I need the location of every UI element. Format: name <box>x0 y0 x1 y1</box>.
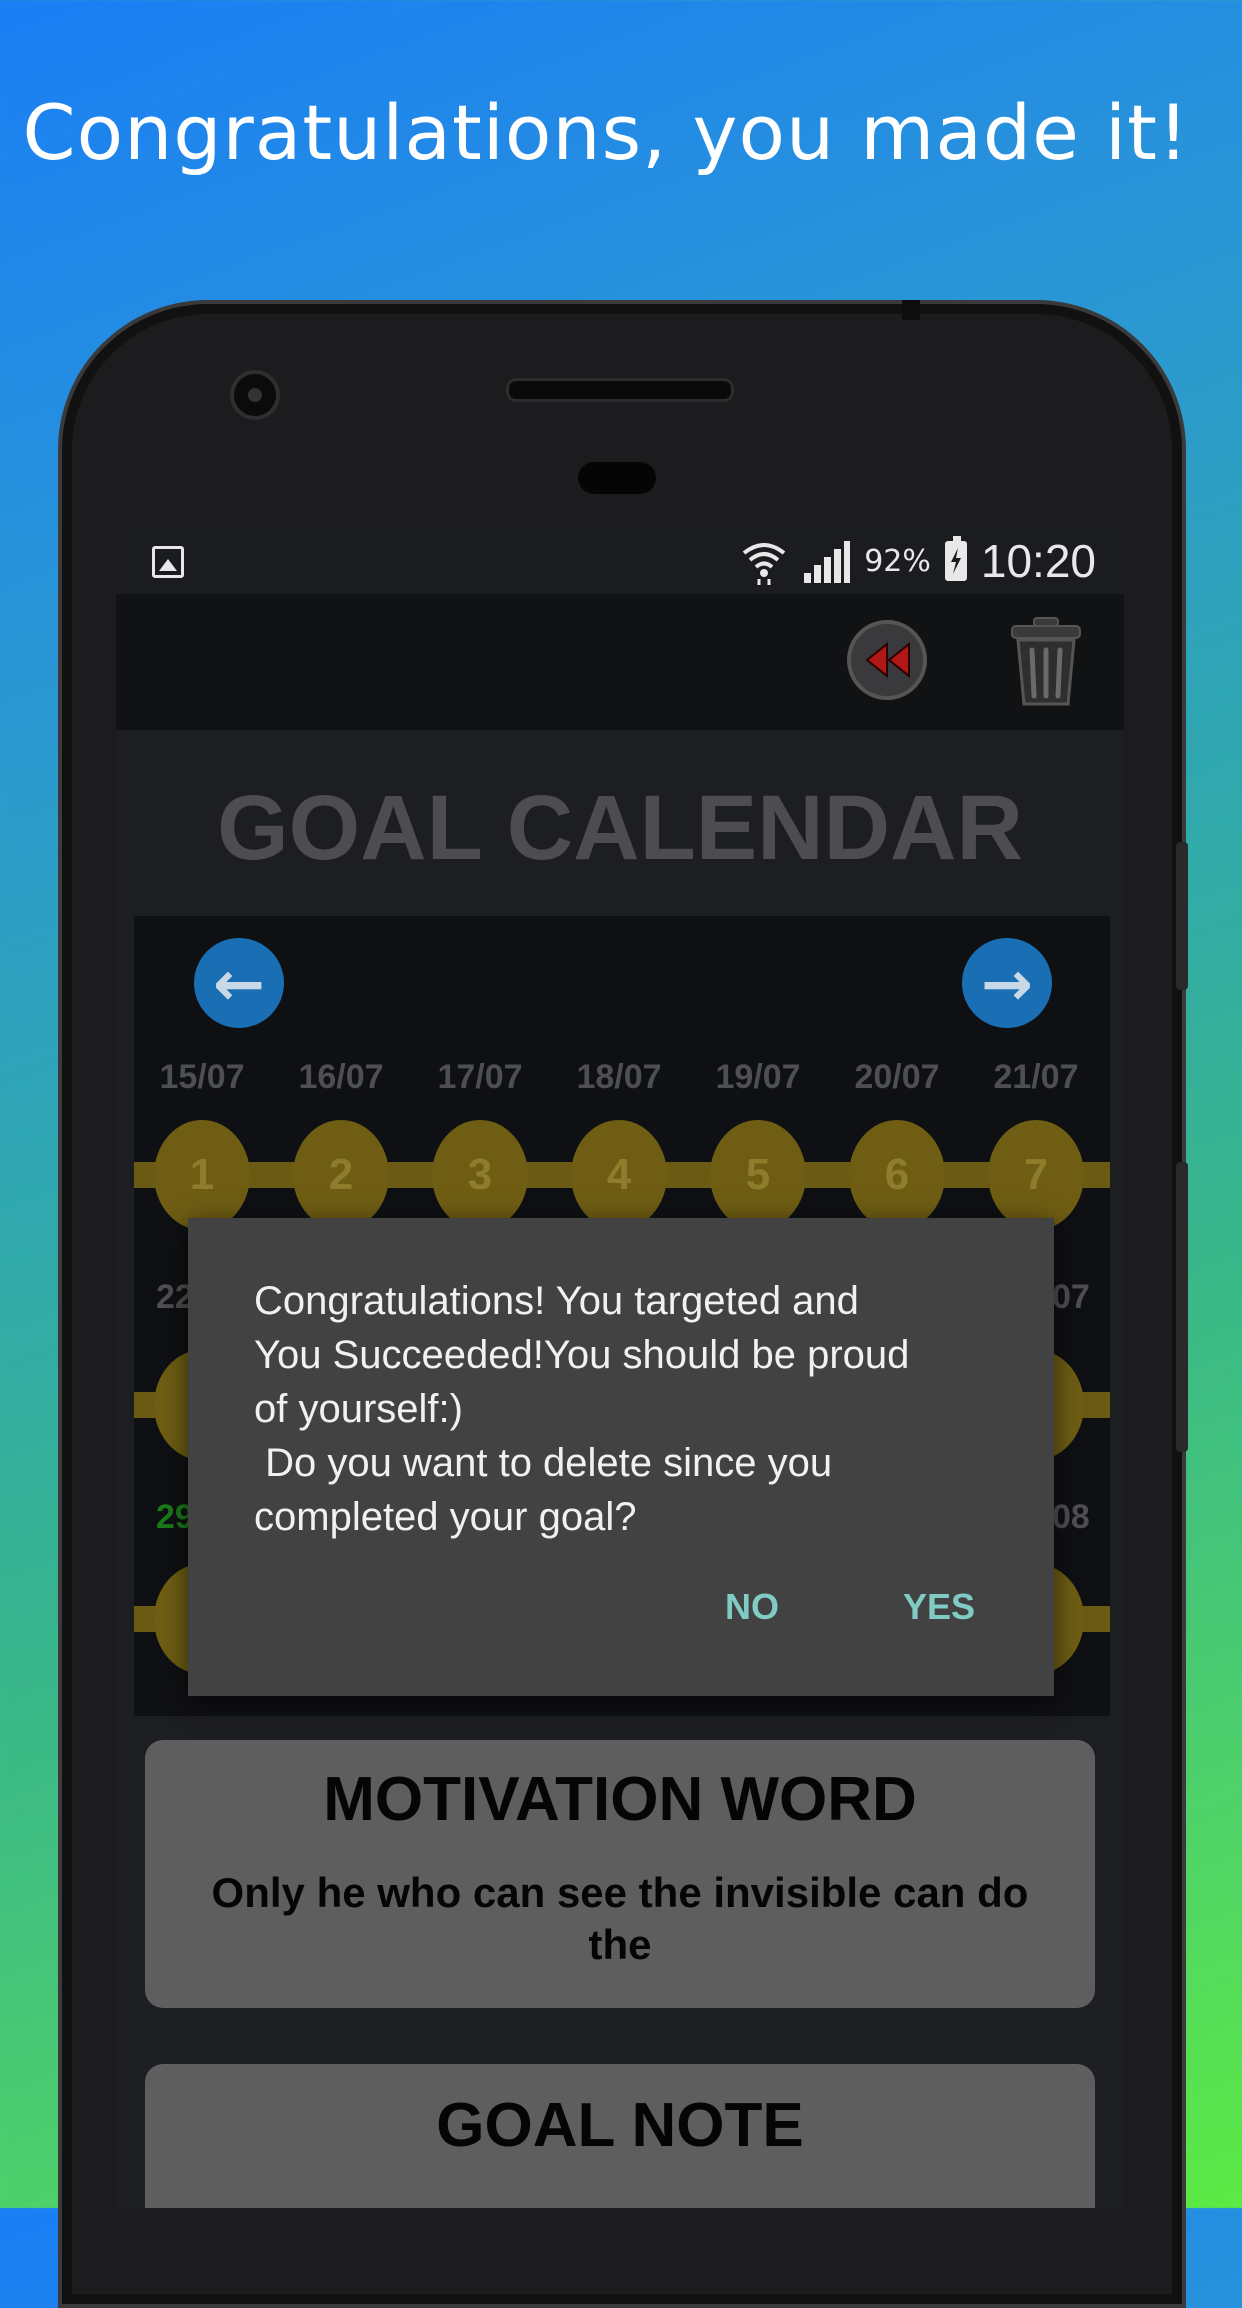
phone-top-notch <box>902 300 920 320</box>
goal-note-title: GOAL NOTE <box>436 2091 804 2160</box>
yes-button[interactable]: YES <box>903 1586 975 1628</box>
battery-percent: 92% <box>864 543 931 579</box>
previous-week-button[interactable]: ← <box>194 938 284 1028</box>
day-bead[interactable]: 6 <box>849 1120 945 1230</box>
date-label: 16/07 <box>298 1058 384 1096</box>
date-label: 17/07 <box>437 1058 523 1096</box>
signal-icon <box>804 541 851 583</box>
day-bead[interactable]: 5 <box>710 1120 806 1230</box>
date-label: 19/07 <box>715 1058 801 1096</box>
trash-icon <box>1011 617 1081 706</box>
date-label: 18/07 <box>576 1058 662 1096</box>
rewind-button[interactable] <box>847 620 927 700</box>
no-button[interactable]: NO <box>725 1586 779 1628</box>
phone-side-button-bottom <box>1176 1162 1188 1452</box>
day-bead[interactable]: 3 <box>432 1120 528 1230</box>
date-label: 21/07 <box>993 1058 1079 1096</box>
day-bead[interactable]: 1 <box>154 1120 250 1230</box>
day-bead[interactable]: 7 <box>988 1120 1084 1230</box>
delete-button[interactable] <box>1006 614 1086 710</box>
next-week-button[interactable]: → <box>962 938 1052 1028</box>
date-label: 15/07 <box>159 1058 245 1096</box>
arrow-right-icon: → <box>981 946 1033 1020</box>
earpiece-speaker <box>506 378 734 402</box>
day-bead[interactable]: 2 <box>293 1120 389 1230</box>
arrow-left-icon: ← <box>213 946 265 1020</box>
date-label-partial: 08 <box>1052 1498 1090 1536</box>
front-camera <box>230 370 280 420</box>
motivation-title: MOTIVATION WORD <box>323 1765 917 1834</box>
promo-headline: Congratulations, you made it! <box>22 88 1190 177</box>
status-bar: 92% 10:20 <box>116 528 1124 594</box>
phone-side-button-top <box>1176 842 1188 990</box>
goal-note-card: GOAL NOTE <box>145 2064 1095 2208</box>
phone-screen: 92% 10:20 GOAL CALENDAR ← → 15/07 16/07 … <box>116 528 1124 2208</box>
date-label: 20/07 <box>854 1058 940 1096</box>
dialog-message: Congratulations! You targeted and You Su… <box>254 1279 910 1539</box>
app-toolbar <box>116 594 1124 730</box>
wifi-icon <box>742 543 786 585</box>
gallery-notification-icon <box>152 546 184 578</box>
screen-title: GOAL CALENDAR <box>217 777 1023 879</box>
congratulations-dialog: Congratulations! You targeted and You Su… <box>188 1218 1054 1696</box>
motivation-text: Only he who can see the invisible can do… <box>211 1869 1029 1968</box>
proximity-sensor <box>578 462 656 494</box>
rewind-icon <box>865 641 910 679</box>
date-label-partial: 07 <box>1052 1278 1090 1316</box>
battery-charging-icon <box>944 536 967 581</box>
day-bead[interactable]: 4 <box>571 1120 667 1230</box>
status-right: 92% 10:20 <box>740 535 1096 587</box>
motivation-card: MOTIVATION WORD Only he who can see the … <box>145 1740 1095 2008</box>
clock: 10:20 <box>980 535 1096 587</box>
